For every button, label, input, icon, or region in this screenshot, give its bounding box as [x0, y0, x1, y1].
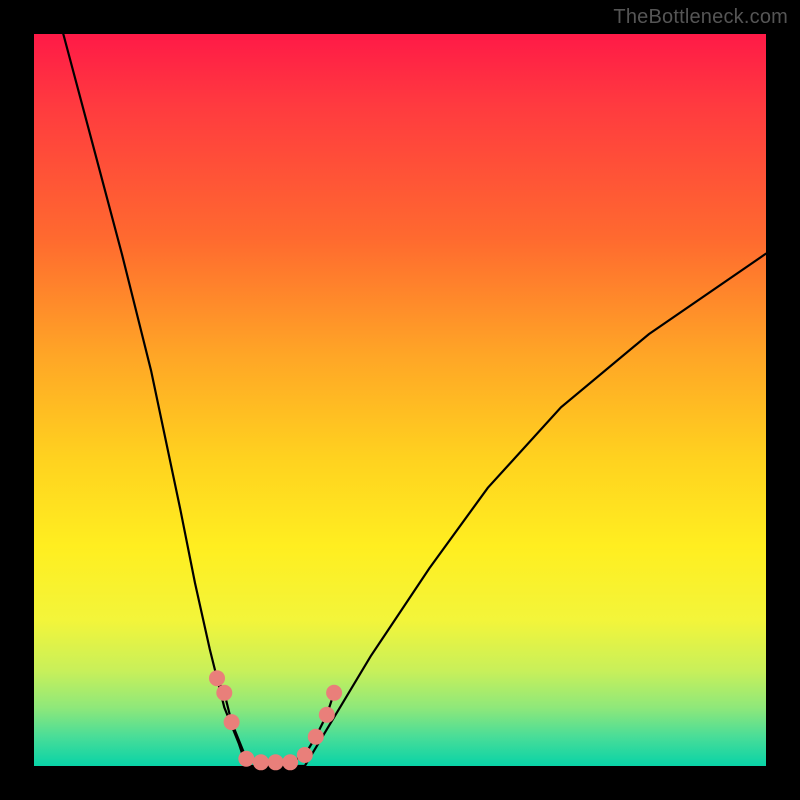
bottleneck-curve [63, 34, 766, 766]
black-frame: TheBottleneck.com [0, 0, 800, 800]
marker-dot [308, 729, 324, 745]
marker-group [209, 670, 342, 770]
marker-dot [326, 685, 342, 701]
marker-dot [209, 670, 225, 686]
marker-dot [268, 754, 284, 770]
marker-dot [216, 685, 232, 701]
chart-svg [34, 34, 766, 766]
marker-dot [282, 754, 298, 770]
marker-dot [297, 747, 313, 763]
watermark-text: TheBottleneck.com [613, 6, 788, 29]
marker-dot [238, 751, 254, 767]
marker-dot [224, 714, 240, 730]
marker-dot [319, 707, 335, 723]
plot-area [34, 34, 766, 766]
marker-dot [253, 754, 269, 770]
